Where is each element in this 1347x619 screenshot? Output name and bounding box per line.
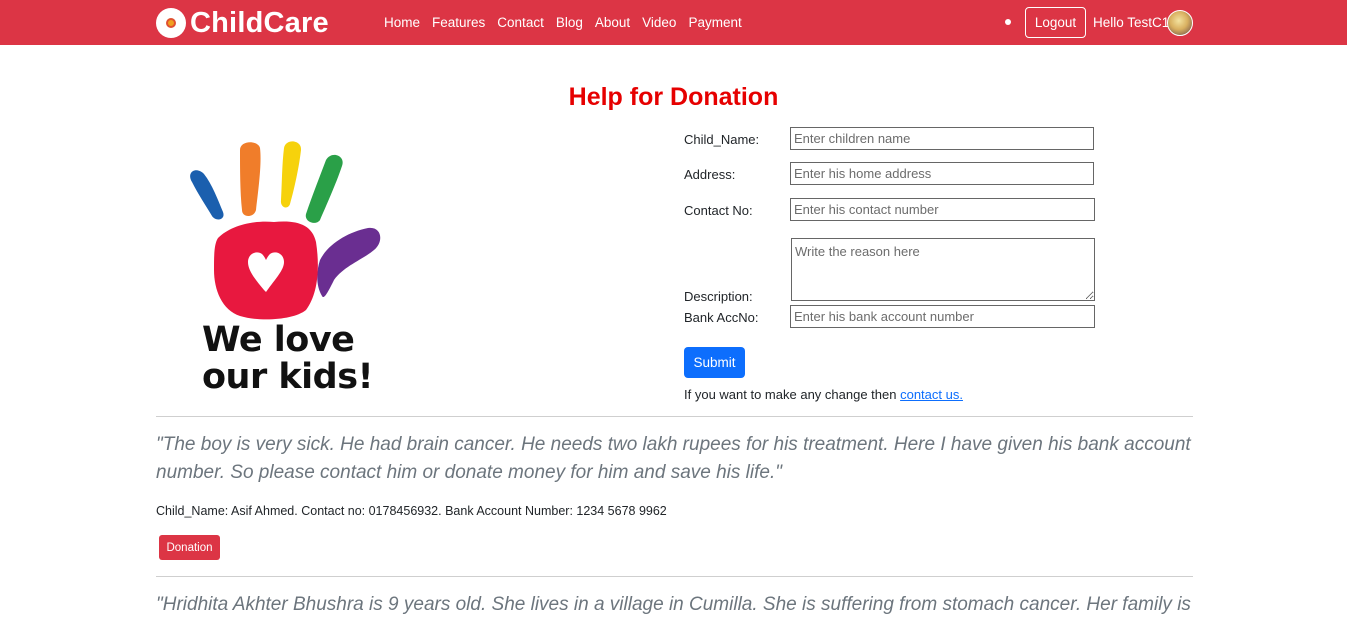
- bank-account-input[interactable]: [790, 305, 1095, 328]
- caption-line-2: our kids!: [202, 357, 374, 397]
- description-textarea[interactable]: [791, 238, 1095, 301]
- nav-link-features[interactable]: Features: [426, 14, 491, 32]
- purple-finger: [317, 227, 381, 298]
- donation-button[interactable]: Donation: [159, 535, 220, 560]
- post-quote: "The boy is very sick. He had brain canc…: [156, 434, 1191, 483]
- hand-caption: We love our kids!: [202, 320, 374, 397]
- yellow-finger: [280, 141, 302, 208]
- contact-label: Contact No:: [684, 203, 753, 218]
- nav-link-home[interactable]: Home: [378, 14, 426, 32]
- description-label: Description:: [684, 289, 753, 304]
- blue-finger: [190, 170, 224, 220]
- navbar: ChildCare Home Features Contact Blog Abo…: [0, 0, 1347, 45]
- brand-name: ChildCare: [190, 7, 329, 39]
- brand[interactable]: ChildCare: [156, 7, 329, 39]
- divider: [156, 416, 1193, 417]
- brand-logo-icon: [156, 8, 186, 38]
- submit-button[interactable]: Submit: [684, 347, 745, 378]
- divider: [156, 576, 1193, 577]
- address-label: Address:: [684, 167, 736, 182]
- post-quote: "Hridhita Akhter Bhushra is 9 years old.…: [156, 594, 1191, 615]
- bank-account-label: Bank AccNo:: [684, 310, 759, 325]
- contact-input[interactable]: [790, 198, 1095, 221]
- nav-links: Home Features Contact Blog About Video P…: [378, 14, 748, 32]
- address-input[interactable]: [790, 162, 1094, 185]
- contact-us-link[interactable]: contact us.: [900, 387, 963, 402]
- bullet-dot-icon: [1005, 19, 1011, 25]
- change-note: If you want to make any change then cont…: [684, 387, 963, 403]
- nav-link-blog[interactable]: Blog: [550, 14, 589, 32]
- nav-link-contact[interactable]: Contact: [491, 14, 550, 32]
- logout-button[interactable]: Logout: [1025, 7, 1086, 38]
- caption-line-1: We love: [202, 320, 355, 360]
- green-finger: [305, 154, 343, 223]
- child-name-input[interactable]: [790, 127, 1094, 150]
- user-greeting: Hello TestC1: [1093, 15, 1170, 30]
- avatar[interactable]: [1167, 10, 1193, 36]
- nav-link-about[interactable]: About: [589, 14, 636, 32]
- orange-finger: [240, 142, 261, 216]
- nav-link-video[interactable]: Video: [636, 14, 682, 32]
- change-note-text: If you want to make any change then: [684, 387, 901, 402]
- page-title: Help for Donation: [568, 83, 779, 111]
- child-name-label: Child_Name:: [684, 132, 760, 147]
- post-info: Child_Name: Asif Ahmed. Contact no: 0178…: [156, 504, 667, 518]
- logo-mark: [166, 18, 176, 28]
- nav-link-payment[interactable]: Payment: [682, 14, 747, 32]
